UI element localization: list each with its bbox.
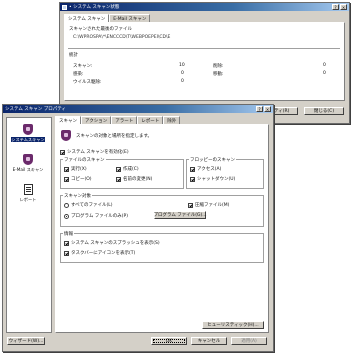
shield-icon [23, 124, 33, 135]
scan-properties-window: システム スキャン プロパティ ? × システムスキャン E-Mail スキャン … [2, 104, 274, 352]
create-checkbox[interactable]: 作成(C) [116, 166, 139, 172]
stat-deleted-label: 削除: [213, 64, 224, 69]
scan-properties-titlebar[interactable]: システム スキャン プロパティ ? × [3, 105, 273, 113]
stat-moved-value: 0 [323, 71, 326, 76]
sidebar-item-label: システムスキャン [11, 137, 45, 142]
program-files-button[interactable]: プログラム ファイル(G)... [153, 211, 207, 219]
floppy-scan-group: フロッピーのスキャン [186, 157, 264, 189]
execute-checkbox[interactable]: 実行(X) [64, 166, 87, 172]
shield-icon [23, 154, 33, 165]
ok-button[interactable]: OK [151, 337, 187, 345]
stat-cleaned-value: 0 [181, 79, 184, 84]
enable-scan-checkbox[interactable]: システム スキャンを有効化(E) [60, 149, 129, 155]
compressed-files-checkbox[interactable]: 圧縮ファイル(M) [188, 202, 229, 208]
scan-status-title: • システム スキャン状態 [69, 5, 120, 10]
copy-checkbox[interactable]: コピー(O) [64, 176, 92, 182]
scan-settings-panel: スキャンの対象と場所を指定します。 システム スキャンを有効化(E) ファイルの… [55, 124, 269, 333]
program-files-radio[interactable]: プログラム ファイルのみ(P) [64, 213, 128, 219]
scan-status-titlebar[interactable]: • システム スキャン状態 ? × [60, 3, 349, 11]
info-group: 情報 [60, 231, 264, 263]
app-icon [62, 4, 67, 10]
shutdown-checkbox[interactable]: シャットダウン(U) [190, 176, 235, 182]
close-button[interactable]: 閉じる(C) [304, 107, 344, 115]
rename-checkbox[interactable]: 名前の変更(N) [116, 176, 152, 182]
cancel-button[interactable]: キャンセル [191, 337, 227, 345]
close-icon[interactable]: × [340, 4, 347, 10]
sidebar: システムスキャン E-Mail スキャン レポート [6, 117, 52, 333]
show-splash-checkbox[interactable]: システム スキャンのスプラッシュを表示(S) [64, 240, 160, 246]
stat-cleaned-label: ウイルス駆除: [73, 80, 102, 85]
scan-status-panel: スキャンされた最後のファイル C:\WPROSPA\*\ENCCCD\T\WEB… [64, 22, 345, 101]
sidebar-item-report[interactable]: レポート [10, 184, 46, 203]
wizard-button[interactable]: ウィザード(W)... [7, 337, 45, 345]
shield-icon [61, 130, 71, 141]
heuristics-button[interactable]: ヒューリスティック(H)... [202, 321, 264, 329]
sidebar-item-email-scan[interactable]: E-Mail スキャン [10, 154, 46, 173]
stats-label: 統計 [69, 53, 78, 58]
all-files-radio[interactable]: すべてのファイル(L) [64, 202, 113, 208]
last-file-label: スキャンされた最後のファイル [69, 27, 132, 32]
stat-deleted-value: 0 [323, 63, 326, 68]
stat-scanned-label: スキャン: [73, 64, 93, 69]
file-scan-title: ファイルのスキャン [63, 157, 106, 163]
scan-targets-title: スキャン対象 [63, 193, 92, 199]
stat-scanned-value: 10 [179, 63, 185, 68]
floppy-scan-title: フロッピーのスキャン [189, 157, 236, 163]
access-checkbox[interactable]: アクセス(A) [190, 166, 221, 172]
file-scan-group: ファイルのスキャン [60, 157, 184, 189]
apply-button[interactable]: 適用(A) [231, 337, 267, 345]
show-tray-icon-checkbox[interactable]: タスクバーにアイコンを表示(T) [64, 250, 135, 256]
report-icon [23, 184, 33, 195]
stat-infected-value: 0 [181, 71, 184, 76]
sidebar-item-label: E-Mail スキャン [12, 167, 44, 172]
sidebar-item-system-scan[interactable]: システムスキャン [10, 124, 46, 143]
help-icon[interactable]: ? [332, 4, 339, 10]
info-title: 情報 [63, 231, 74, 237]
sidebar-item-label: レポート [19, 197, 37, 202]
scan-properties-title: システム スキャン プロパティ [5, 107, 66, 112]
header-text: スキャンの対象と場所を指定します。 [76, 134, 153, 139]
help-icon[interactable]: ? [256, 106, 263, 112]
stat-infected-label: 感染: [73, 72, 84, 77]
last-file-path: C:\WPROSPA\*\ENCCCD\T\WEBPOEPEI\CD\E [73, 35, 171, 40]
close-icon[interactable]: × [264, 106, 271, 112]
stat-moved-label: 移動: [213, 72, 224, 77]
